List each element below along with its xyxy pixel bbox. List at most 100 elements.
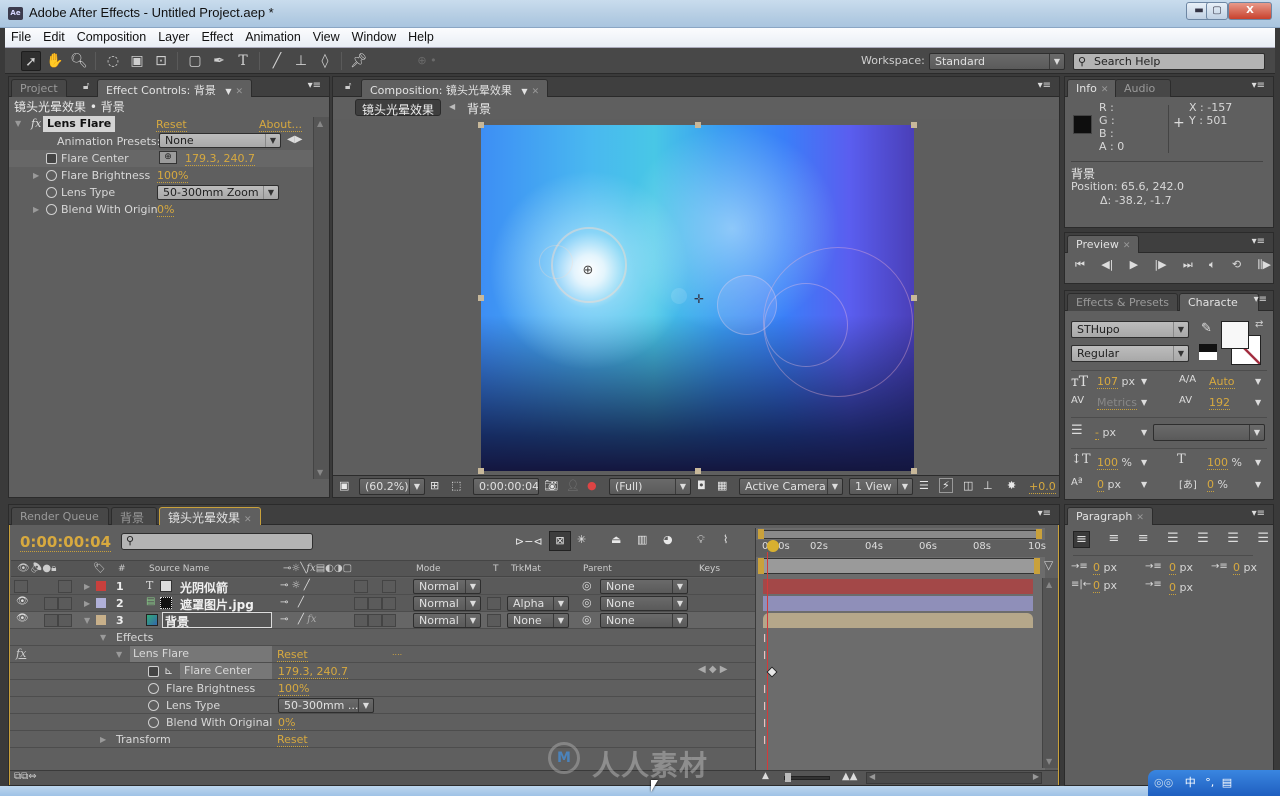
time-navigator-bar[interactable]: [760, 530, 1042, 539]
label-color[interactable]: [96, 598, 106, 608]
expand-triangle-icon[interactable]: ▶: [100, 735, 106, 744]
close-button[interactable]: X: [1228, 2, 1272, 20]
tab-preview[interactable]: Preview ✕: [1067, 235, 1140, 253]
trkmat-dropdown[interactable]: None ▼: [507, 613, 569, 628]
comp-marker-bin-icon[interactable]: ▽: [1044, 558, 1053, 572]
panel-menu-icon[interactable]: ▾≡: [1252, 508, 1265, 519]
justify-center-icon[interactable]: ☰: [1197, 531, 1209, 548]
timeline-icon[interactable]: ◫: [963, 479, 973, 492]
menu-composition[interactable]: Composition: [71, 28, 152, 44]
exposure-value[interactable]: +0.0: [1029, 480, 1056, 494]
tab-effect-controls[interactable]: Effect Controls: 背景 ▼ ✕: [97, 79, 253, 97]
menu-view[interactable]: View: [307, 28, 346, 44]
av-features-icon[interactable]: 👁︎🔈︎●🔒︎: [17, 563, 56, 574]
workspace-dropdown[interactable]: Standard ▼: [929, 53, 1065, 70]
current-time-field[interactable]: 0:00:00:04: [473, 478, 539, 495]
ime-punct-icon[interactable]: °,: [1205, 776, 1214, 789]
playhead-handle[interactable]: [767, 540, 779, 552]
effect-header-lens-flare[interactable]: ▼ fx Lens Flare Reset About...: [9, 116, 315, 133]
effects-group-row[interactable]: ▼ Effects: [10, 629, 755, 646]
tl-property-blend[interactable]: Blend With Original 0%: [10, 714, 755, 731]
layer-duration-bar[interactable]: [763, 596, 1033, 611]
align-right-icon[interactable]: ≡: [1138, 531, 1149, 548]
zoom-slider-handle[interactable]: [785, 773, 791, 782]
tab-render-queue[interactable]: Render Queue: [11, 507, 109, 525]
justify-right-icon[interactable]: ☰: [1227, 531, 1239, 548]
vertical-scrollbar[interactable]: ▲ ▼: [313, 117, 329, 479]
menu-file[interactable]: File: [5, 28, 37, 44]
work-area-bar[interactable]: [760, 558, 1040, 574]
zoom-in-icon[interactable]: ▲▲: [842, 771, 857, 782]
stroke-style-dropdown[interactable]: ▼: [1153, 424, 1265, 441]
brush-tool-icon[interactable]: ╱: [267, 51, 287, 71]
label-color[interactable]: [96, 581, 106, 591]
snapshot-icon[interactable]: 📷︎: [544, 479, 558, 492]
panel-menu-icon[interactable]: ▾≡: [1038, 508, 1051, 519]
font-size-value[interactable]: 107: [1097, 375, 1118, 389]
stopwatch-icon[interactable]: [46, 204, 57, 215]
tab-project[interactable]: Project: [11, 79, 67, 97]
chevron-down-icon[interactable]: ▼: [1255, 480, 1261, 489]
baseline-shift-value[interactable]: 0: [1097, 478, 1104, 492]
layer-duration-bar[interactable]: [763, 579, 1033, 594]
white-swatch[interactable]: [1199, 352, 1217, 360]
transform-handle[interactable]: [911, 122, 917, 128]
layer-switches[interactable]: ⊸ ╱ fx: [280, 614, 316, 625]
swap-colors-icon[interactable]: ⇄: [1255, 319, 1263, 330]
space-before-value[interactable]: 0: [1093, 579, 1100, 593]
work-area-end[interactable]: [1034, 558, 1040, 574]
panel-menu-icon[interactable]: ▾≡: [1252, 236, 1265, 247]
menu-layer[interactable]: Layer: [152, 28, 195, 44]
visibility-eye-icon[interactable]: 👁︎: [16, 596, 29, 607]
pick-whip-icon[interactable]: ◎: [582, 579, 592, 592]
channel-icon[interactable]: ●: [587, 479, 597, 492]
brainstorm-icon[interactable]: 💡︎: [697, 533, 705, 547]
expand-triangle-icon[interactable]: ▶: [33, 205, 39, 214]
scroll-right-icon[interactable]: ▶: [1033, 772, 1039, 781]
column-parent[interactable]: Parent: [583, 564, 612, 574]
ram-preview-icon[interactable]: ⫼▶: [1257, 258, 1271, 272]
close-tab-icon[interactable]: ✕: [532, 87, 540, 97]
flowchart-icon[interactable]: ⊥: [983, 479, 993, 492]
indent-first-value[interactable]: 0: [1233, 561, 1240, 575]
close-tab-icon[interactable]: ✕: [1101, 85, 1109, 95]
pen-tool-icon[interactable]: ✒: [209, 51, 229, 71]
layer-name-input[interactable]: 背景: [162, 612, 272, 629]
panel-menu-icon[interactable]: ▾≡: [1038, 80, 1051, 91]
transform-handle[interactable]: [911, 468, 917, 474]
blend-value[interactable]: 0%: [278, 716, 296, 730]
zoom-tool-icon[interactable]: 🔍︎: [69, 51, 89, 71]
flare-brightness-value[interactable]: 100%: [278, 682, 310, 696]
menu-help[interactable]: Help: [402, 28, 440, 44]
comp-nav-layer[interactable]: 背景: [467, 100, 491, 117]
navigator-end-handle[interactable]: [1036, 529, 1042, 539]
tracking-value[interactable]: 192: [1209, 396, 1230, 410]
lens-type-dropdown[interactable]: 50-300mm Zoom ▼: [157, 185, 279, 200]
menu-effect[interactable]: Effect: [195, 28, 239, 44]
resolution-dropdown[interactable]: (Full) ▼: [609, 478, 691, 495]
tab-layer-bg[interactable]: 背景: [111, 507, 157, 525]
composition-viewer[interactable]: ⊕ ✛: [333, 119, 1059, 474]
effect-name[interactable]: Lens Flare: [43, 116, 116, 132]
effect-reset-link[interactable]: Reset: [277, 648, 308, 662]
frame-blending-icon[interactable]: ▥: [637, 533, 647, 546]
chevron-down-icon[interactable]: ▼: [1255, 458, 1261, 467]
transform-handle[interactable]: [911, 295, 917, 301]
tsume-value[interactable]: 0: [1207, 478, 1214, 492]
transform-handle[interactable]: [695, 122, 701, 128]
region-of-interest-icon[interactable]: ◘: [697, 479, 706, 492]
fx-icon[interactable]: fx: [31, 117, 41, 130]
trkmat-dropdown[interactable]: Alpha ▼: [507, 596, 569, 611]
indent-right-value[interactable]: 0: [1169, 561, 1176, 575]
work-area-start[interactable]: [758, 558, 764, 574]
stopwatch-icon[interactable]: [46, 187, 57, 198]
magnification-dropdown[interactable]: (60.2%) ▼: [359, 478, 425, 495]
view-layout-dropdown[interactable]: 1 View ▼: [849, 478, 913, 495]
font-family-dropdown[interactable]: STHupo ▼: [1071, 321, 1189, 338]
layer-row-2[interactable]: 👁︎ ▶ 2 ▤ 遮罩图片.jpg ⊸ ╱ Normal ▼ Alpha ▼ ◎ N…: [10, 595, 755, 612]
flare-center-crosshair-icon[interactable]: ⊕: [581, 264, 595, 278]
draft-3d-icon[interactable]: ✳: [577, 533, 586, 546]
pick-whip-icon[interactable]: ◎: [582, 596, 592, 609]
timeline-vertical-scrollbar[interactable]: ▲ ▼: [1042, 578, 1058, 768]
puppet-pin-tool-icon[interactable]: 📌︎: [349, 51, 369, 71]
